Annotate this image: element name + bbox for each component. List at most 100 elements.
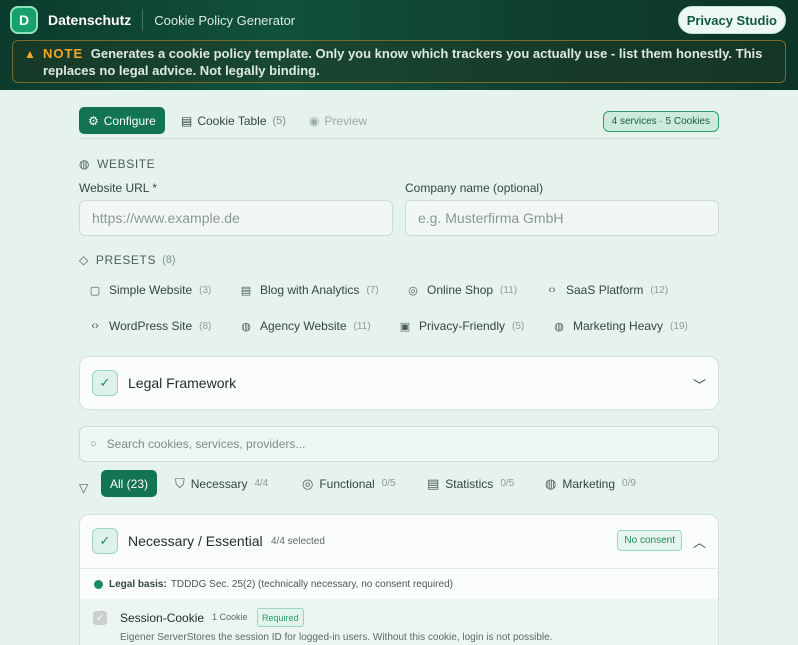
- preset-online-shop[interactable]: ◎ Online Shop (11): [406, 280, 517, 300]
- category-selected: 4/4 selected: [271, 536, 325, 547]
- filter-statistics[interactable]: ▤ Statistics 0/5: [427, 470, 514, 497]
- warning-icon: ▲: [24, 47, 36, 61]
- brand[interactable]: D Datenschutz Cookie Policy Generator: [10, 5, 295, 35]
- code-icon: ‹›: [548, 284, 556, 296]
- chevron-up-icon[interactable]: ︿: [693, 532, 706, 551]
- chevron-down-icon[interactable]: ﹀: [693, 375, 706, 394]
- necessary-card: ✓ Necessary / Essential 4/4 selected No …: [79, 514, 719, 645]
- filter-all[interactable]: All (23): [101, 470, 158, 497]
- preset-wordpress-site[interactable]: ‹› WordPress Site (8): [88, 316, 211, 336]
- cookie-description: Eigener ServerStores the session ID for …: [120, 632, 553, 643]
- lock-icon: ▣: [399, 320, 411, 333]
- shield-icon: ✓: [92, 528, 118, 554]
- cookie-name: Session-Cookie: [120, 611, 205, 625]
- cookie-row-session: ✓ Session-Cookie 1 Cookie Required Eigen…: [80, 599, 718, 645]
- preset-count: (11): [353, 320, 371, 332]
- search-input[interactable]: Search cookies, services, providers...: [107, 437, 306, 451]
- filter-count: 0/5: [500, 478, 515, 489]
- preset-label: WordPress Site: [109, 319, 193, 333]
- legal-basis-text: TDDDG Sec. 25(2) (technically necessary,…: [170, 578, 453, 590]
- note-text: Generates a cookie policy template. Only…: [43, 46, 763, 78]
- category-title: Necessary / Essential: [128, 533, 263, 549]
- divider: [142, 9, 144, 31]
- search-field[interactable]: ○ Search cookies, services, providers...: [79, 426, 719, 462]
- globe-icon: ◍: [241, 320, 251, 333]
- cookie-icon: ◎: [302, 475, 314, 491]
- legal-framework-title: Legal Framework: [128, 375, 237, 391]
- search-icon: ○: [90, 438, 97, 450]
- shield-icon: ✓: [92, 370, 118, 396]
- preset-label: SaaS Platform: [566, 283, 644, 297]
- note-banner: ▲ NOTE Generates a cookie policy templat…: [12, 40, 786, 83]
- preset-count: (11): [500, 284, 518, 296]
- company-label: Company name (optional): [405, 181, 544, 195]
- legal-basis-row: Legal basis: TDDDG Sec. 25(2) (technical…: [80, 568, 718, 599]
- document-icon: ▢: [89, 284, 101, 297]
- app-subtitle: Cookie Policy Generator: [154, 12, 296, 28]
- filter-label: Marketing: [562, 476, 616, 491]
- section-title: WEBSITE: [97, 157, 156, 171]
- eye-icon: ◉: [309, 113, 320, 128]
- url-label: Website URL *: [79, 181, 158, 195]
- table-icon: ▤: [427, 475, 440, 491]
- tab-label: Preview: [324, 113, 368, 128]
- cookie-icon: ◎: [408, 284, 418, 297]
- note-label: NOTE: [43, 46, 84, 61]
- preset-count: (12): [650, 284, 669, 296]
- legal-basis-label: Legal basis:: [109, 578, 167, 590]
- tab-bar: ⚙ Configure ▤ Cookie Table (5) ◉ Preview…: [79, 90, 719, 139]
- filter-count: 0/9: [622, 478, 636, 489]
- info-icon: [94, 579, 103, 589]
- legal-framework-card[interactable]: ✓ Legal Framework ﹀: [79, 356, 719, 410]
- logo: D: [10, 6, 38, 34]
- preset-label: Online Shop: [427, 283, 494, 297]
- filter-label: All (23): [110, 476, 149, 491]
- preset-blog-analytics[interactable]: ▤ Blog with Analytics (7): [239, 280, 379, 300]
- preset-label: Agency Website: [260, 319, 347, 333]
- tab-label: Cookie Table: [197, 113, 267, 128]
- company-name-input[interactable]: e.g. Musterfirma GmbH: [405, 200, 719, 236]
- preset-label: Simple Website: [109, 283, 193, 297]
- filter-marketing[interactable]: ◍ Marketing 0/9: [545, 470, 636, 497]
- preset-privacy-friendly[interactable]: ▣ Privacy-Friendly (5): [398, 316, 524, 336]
- filter-necessary[interactable]: ⛉ Necessary 4/4: [175, 470, 268, 497]
- privacy-studio-button[interactable]: Privacy Studio: [677, 6, 786, 34]
- tab-cookie-table[interactable]: ▤ Cookie Table (5): [181, 107, 286, 134]
- tab-configure[interactable]: ⚙ Configure: [79, 107, 165, 134]
- required-badge: Required: [257, 608, 304, 627]
- tab-preview[interactable]: ◉ Preview: [309, 107, 367, 134]
- gear-icon: ⚙: [88, 113, 99, 128]
- preset-count: (3): [199, 284, 212, 296]
- table-icon: ▤: [181, 113, 193, 128]
- section-title: PRESETS: [95, 253, 157, 267]
- preset-count: (8): [199, 320, 212, 332]
- preset-count: (7): [366, 284, 379, 296]
- preset-marketing-heavy[interactable]: ◍ Marketing Heavy (19): [552, 316, 688, 336]
- preset-label: Blog with Analytics: [260, 283, 360, 297]
- shield-icon: ⛉: [175, 475, 185, 491]
- filter-count: 4/4: [254, 478, 269, 489]
- globe-icon: ◍: [554, 320, 564, 333]
- no-consent-badge: No consent: [617, 530, 682, 551]
- cookie-checkbox[interactable]: ✓: [93, 611, 107, 625]
- filter-label: Statistics: [445, 476, 494, 491]
- preset-agency-website[interactable]: ◍ Agency Website (11): [239, 316, 371, 336]
- section-count: (8): [162, 254, 176, 266]
- filter-functional[interactable]: ◎ Functional 0/5: [302, 470, 396, 497]
- filter-icon: ▽: [79, 480, 89, 495]
- filter-label: Functional: [319, 476, 375, 491]
- table-icon: ▤: [240, 284, 252, 297]
- preset-count: (19): [670, 320, 688, 332]
- globe-icon: ◍: [79, 157, 91, 171]
- preset-saas-platform[interactable]: ‹› SaaS Platform (12): [545, 280, 668, 300]
- tag-icon: ◇: [79, 253, 89, 267]
- preset-simple-website[interactable]: ▢ Simple Website (3): [88, 280, 212, 300]
- tab-label: Configure: [103, 113, 156, 128]
- website-url-input[interactable]: https://www.example.de: [79, 200, 393, 236]
- cookie-count: 1 Cookie: [212, 612, 248, 622]
- top-header: D Datenschutz Cookie Policy Generator Pr…: [0, 0, 798, 90]
- section-website: ◍ WEBSITE: [79, 157, 155, 171]
- preset-label: Marketing Heavy: [573, 319, 664, 333]
- preset-count: (5): [512, 320, 525, 332]
- main-panel: ⚙ Configure ▤ Cookie Table (5) ◉ Preview…: [79, 90, 719, 645]
